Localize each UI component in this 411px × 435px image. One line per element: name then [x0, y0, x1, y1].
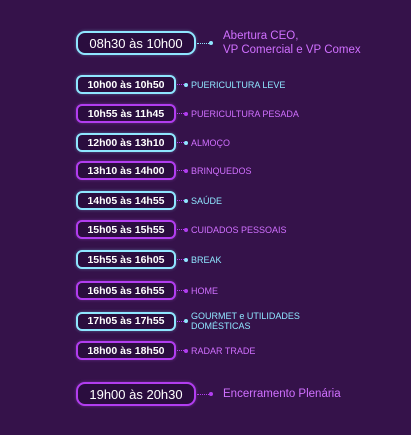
slot-row: 14h05 às 14h55 SAÚDE [76, 191, 222, 210]
connector-line [177, 290, 184, 291]
closing-label: Encerramento Plenária [223, 388, 341, 400]
connector-dot [184, 168, 188, 173]
slot-time-pill: 12h00 às 13h10 [76, 133, 176, 152]
slot-label-line2: DOMÉSTICAS [191, 321, 251, 331]
connector-dot [184, 111, 188, 116]
connector-dot [184, 257, 188, 262]
slot-time-pill: 18h00 às 18h50 [76, 341, 176, 360]
opening-time-pill: 08h30 às 10h00 [76, 31, 196, 55]
slot-row: 13h10 às 14h00 BRINQUEDOS [76, 161, 252, 180]
slot-label: BRINQUEDOS [191, 165, 252, 176]
slot-label: ALMOÇO [191, 137, 231, 148]
slot-row: 10h55 às 11h45 PUERICULTURA PESADA [76, 104, 299, 123]
connector-line [197, 393, 209, 395]
connector-dot [184, 319, 188, 323]
agenda-schedule: 08h30 às 10h00 Abertura CEO, VP Comercia… [0, 0, 411, 435]
slot-time-pill: 15h05 às 15h55 [76, 220, 176, 239]
connector-dot [184, 82, 188, 87]
connector-dot [184, 288, 188, 293]
slot-row: 12h00 às 13h10 ALMOÇO [76, 133, 230, 152]
opening-label-line2: VP Comercial e VP Comex [223, 44, 361, 56]
connector-dot [184, 348, 188, 353]
connector-line [177, 320, 184, 322]
slot-row: 18h00 às 18h50 RADAR TRADE [76, 341, 255, 360]
connector-line [177, 113, 184, 114]
slot-time-pill: 13h10 às 14h00 [76, 161, 176, 180]
slot-label: HOME [191, 285, 218, 296]
opening-row: 08h30 às 10h00 Abertura CEO, VP Comercia… [76, 29, 361, 57]
closing-time-pill: 19h00 às 20h30 [76, 382, 196, 406]
slot-row: 15h05 às 15h55 CUIDADOS PESSOAIS [76, 220, 287, 239]
connector-line [177, 200, 184, 201]
slot-time-pill: 10h00 às 10h50 [76, 75, 176, 94]
slot-time-pill: 17h05 às 17h55 [76, 311, 176, 331]
slot-time-pill: 14h05 às 14h55 [76, 191, 176, 210]
connector-dot [209, 392, 213, 396]
slot-row: 15h55 às 16h05 BREAK [76, 250, 222, 269]
slot-label: SAÚDE [191, 195, 223, 206]
slot-label: RADAR TRADE [191, 345, 256, 356]
connector-dot [184, 140, 188, 145]
connector-line [197, 42, 209, 44]
slot-time-pill: 15h55 às 16h05 [76, 250, 176, 269]
closing-row: 19h00 às 20h30 Encerramento Plenária [76, 382, 341, 406]
opening-label-line1: Abertura CEO, [223, 30, 299, 42]
slot-row: 16h05 às 16h55 HOME [76, 281, 218, 300]
connector-line [177, 350, 184, 351]
slot-time-pill: 16h05 às 16h55 [76, 281, 176, 300]
slot-row: 17h05 às 17h55 GOURMET e UTILIDADES DOMÉ… [76, 311, 300, 331]
slot-label: BREAK [191, 254, 222, 265]
slot-row: 10h00 às 10h50 PUERICULTURA LEVE [76, 75, 285, 94]
connector-line [177, 170, 184, 171]
slot-label: PUERICULTURA LEVE [191, 79, 286, 90]
connector-line [177, 229, 184, 230]
slot-label: PUERICULTURA PESADA [191, 108, 299, 119]
opening-label: Abertura CEO, VP Comercial e VP Comex [223, 29, 361, 57]
slot-time-pill: 10h55 às 11h45 [76, 104, 176, 123]
slot-label: CUIDADOS PESSOAIS [191, 224, 287, 235]
slot-label-line1: GOURMET e UTILIDADES [191, 311, 300, 321]
connector-dot [184, 227, 188, 232]
connector-line [177, 259, 184, 260]
slot-label: GOURMET e UTILIDADES DOMÉSTICAS [191, 311, 300, 331]
connector-dot [209, 41, 213, 45]
connector-dot [184, 198, 188, 203]
connector-line [177, 84, 184, 85]
connector-line [177, 142, 184, 143]
